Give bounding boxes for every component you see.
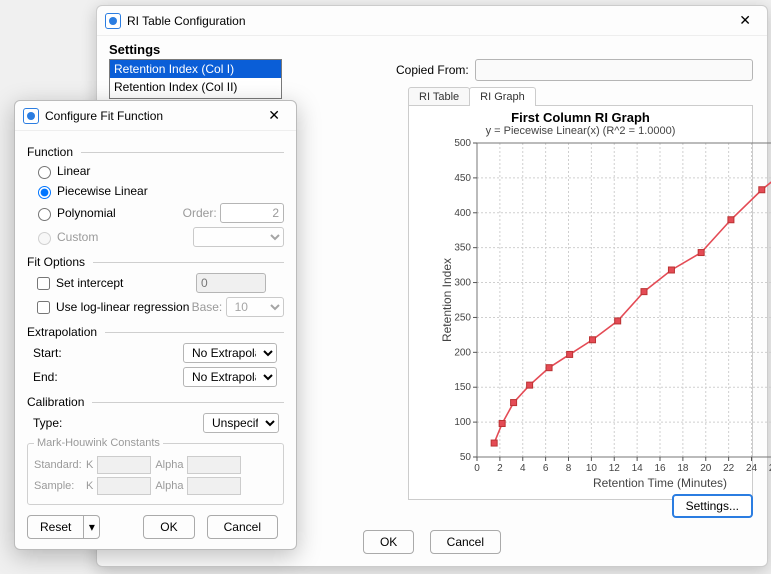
svg-text:300: 300 (454, 278, 471, 289)
svg-text:12: 12 (609, 463, 621, 474)
custom-select (193, 227, 284, 247)
mh-sample-label: Sample: (34, 480, 82, 492)
close-icon[interactable]: ✕ (731, 8, 759, 33)
copied-from-label: Copied From: (396, 63, 469, 77)
fit-titlebar: Configure Fit Function ✕ (15, 101, 296, 131)
svg-text:500: 500 (454, 139, 471, 149)
svg-text:200: 200 (454, 347, 471, 358)
fn-piecewise-label: Piecewise Linear (57, 184, 148, 198)
svg-text:Retention Index: Retention Index (440, 258, 454, 342)
mh-sample-k (97, 477, 151, 495)
extrap-end-label: End: (33, 370, 183, 384)
reset-button[interactable]: Reset (27, 515, 84, 539)
fn-piecewise-radio[interactable] (38, 186, 51, 199)
reset-dropdown-icon[interactable]: ▾ (84, 515, 100, 539)
set-intercept-check[interactable] (37, 277, 50, 290)
extrap-start-label: Start: (33, 346, 183, 360)
main-cancel-button[interactable]: Cancel (430, 530, 501, 554)
mh-standard-alpha (187, 456, 241, 474)
main-title: RI Table Configuration (127, 14, 731, 28)
svg-text:14: 14 (632, 463, 644, 474)
mh-constants-group: Mark-Houwink Constants Standard: K Alpha… (27, 437, 284, 505)
intercept-input (196, 273, 266, 293)
mh-standard-k (97, 456, 151, 474)
svg-text:18: 18 (677, 463, 689, 474)
svg-text:Retention Time (Minutes): Retention Time (Minutes) (593, 476, 727, 490)
svg-text:20: 20 (700, 463, 712, 474)
chart-title: First Column RI Graph (409, 110, 752, 125)
tab-ri-graph[interactable]: RI Graph (469, 87, 536, 106)
group-fit-options: Fit Options (27, 255, 284, 269)
ri-graph-chart: 0246810121416182022242628305010015020025… (439, 139, 771, 497)
set-intercept-label: Set intercept (56, 276, 196, 290)
settings-button[interactable]: Settings... (672, 494, 753, 518)
svg-text:250: 250 (454, 312, 471, 323)
fn-polynomial-label: Polynomial (57, 206, 183, 220)
extrap-end-select[interactable]: No Extrapolation (183, 367, 277, 387)
svg-text:6: 6 (543, 463, 549, 474)
fit-title: Configure Fit Function (45, 109, 260, 123)
app-icon (105, 13, 121, 29)
fn-linear-radio[interactable] (38, 166, 51, 179)
main-titlebar: RI Table Configuration ✕ (97, 6, 767, 36)
svg-text:0: 0 (474, 463, 480, 474)
group-extrapolation: Extrapolation (27, 325, 284, 339)
settings-header: Settings (109, 42, 755, 57)
extrap-start-select[interactable]: No Extrapolation (183, 343, 277, 363)
mh-sample-alpha (187, 477, 241, 495)
app-icon (23, 108, 39, 124)
base-select: 10 (226, 297, 284, 317)
svg-text:350: 350 (454, 243, 471, 254)
fn-custom-label: Custom (57, 230, 193, 244)
svg-text:100: 100 (454, 417, 471, 428)
fn-custom-radio (38, 232, 51, 245)
svg-text:2: 2 (497, 463, 503, 474)
fn-linear-label: Linear (57, 164, 90, 178)
mh-k-label2: K (86, 480, 93, 492)
order-label: Order: (183, 206, 217, 220)
tab-strip: RI Table RI Graph (408, 87, 753, 106)
tab-ri-table[interactable]: RI Table (408, 87, 470, 106)
settings-item-col2[interactable]: Retention Index (Col II) (110, 78, 281, 96)
configure-fit-dialog: Configure Fit Function ✕ Function Linear… (14, 100, 297, 550)
mh-alpha-label2: Alpha (155, 480, 183, 492)
fit-ok-button[interactable]: OK (143, 515, 194, 539)
group-function: Function (27, 145, 284, 159)
mh-k-label: K (86, 459, 93, 471)
base-label: Base: (192, 300, 223, 314)
mh-legend: Mark-Houwink Constants (34, 437, 163, 449)
svg-text:16: 16 (654, 463, 666, 474)
chart-subtitle: y = Piecewise Linear(x) (R^2 = 1.0000) (409, 125, 752, 137)
svg-text:4: 4 (520, 463, 526, 474)
svg-text:450: 450 (454, 173, 471, 184)
svg-text:150: 150 (454, 382, 471, 393)
main-ok-button[interactable]: OK (363, 530, 414, 554)
svg-text:400: 400 (454, 208, 471, 219)
settings-list[interactable]: Retention Index (Col I) Retention Index … (109, 59, 282, 99)
group-calibration: Calibration (27, 395, 284, 409)
ri-graph-panel: First Column RI Graph y = Piecewise Line… (408, 105, 753, 500)
mh-standard-label: Standard: (34, 459, 82, 471)
svg-text:50: 50 (460, 452, 472, 463)
svg-text:24: 24 (746, 463, 758, 474)
mh-alpha-label: Alpha (155, 459, 183, 471)
svg-text:22: 22 (723, 463, 735, 474)
log-linear-check[interactable] (37, 301, 50, 314)
order-input (220, 203, 284, 223)
calib-type-select[interactable]: Unspecified (203, 413, 279, 433)
close-icon[interactable]: ✕ (260, 103, 288, 128)
svg-text:8: 8 (566, 463, 572, 474)
svg-text:10: 10 (586, 463, 598, 474)
calib-type-label: Type: (33, 416, 203, 430)
log-linear-label: Use log-linear regression (56, 300, 192, 314)
fn-polynomial-radio[interactable] (38, 208, 51, 221)
settings-item-col1[interactable]: Retention Index (Col I) (110, 60, 281, 78)
fit-cancel-button[interactable]: Cancel (207, 515, 278, 539)
copied-from-input[interactable] (475, 59, 753, 81)
